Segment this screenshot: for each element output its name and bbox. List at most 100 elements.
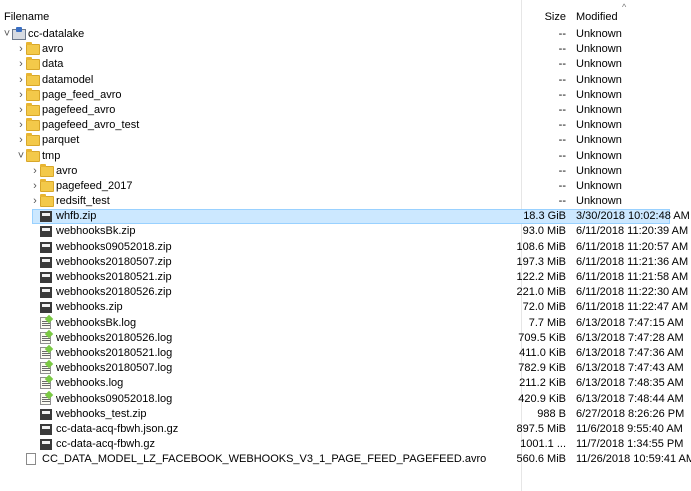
file-row[interactable]: webhooks20180526.log 709.5 KiB 6/13/2018 7…	[0, 331, 691, 346]
file-size: --	[558, 58, 566, 71]
zip-icon	[40, 211, 52, 223]
folder-row[interactable]: › page_feed_avro -- Unknown	[0, 87, 691, 103]
chevron-right-icon[interactable]: ›	[16, 42, 26, 57]
file-size: --	[558, 179, 566, 192]
chevron-right-icon[interactable]: ›	[16, 133, 26, 148]
file-row[interactable]: cc-data-acq-fbwh.gz 1001.1 ... 11/7/2018 1…	[0, 437, 691, 452]
chevron-down-icon[interactable]: ˅	[16, 149, 26, 164]
folder-row[interactable]: › data -- Unknown	[0, 57, 691, 72]
folder-icon	[26, 87, 40, 101]
chevron-right-icon[interactable]: ›	[16, 57, 26, 72]
file-tree-view[interactable]: Filename Size Modified ^ ˅ cc-datalake -- U…	[0, 0, 691, 491]
file-name: parquet	[42, 134, 80, 147]
file-size: 108.6 MiB	[516, 240, 566, 253]
file-name: data	[42, 58, 64, 71]
file-row[interactable]: webhooks20180507.log 782.9 KiB 6/13/2018 7…	[0, 361, 691, 376]
file-row[interactable]: webhooksBk.zip 93.0 MiB 6/11/2018 11:20:39…	[0, 224, 691, 239]
file-name: webhooksBk.zip	[56, 225, 136, 238]
file-row[interactable]: webhooks20180507.zip 197.3 MiB 6/11/2018 1…	[0, 255, 691, 270]
folder-row[interactable]: › pagefeed_avro_test -- Unknown	[0, 118, 691, 133]
chevron-right-icon[interactable]: ›	[30, 164, 40, 179]
file-size: --	[558, 134, 566, 147]
file-name: pagefeed_2017	[56, 179, 133, 192]
file-name: webhooks20180526.log	[56, 331, 173, 344]
folder-icon	[26, 57, 40, 71]
file-size: 211.2 KiB	[519, 377, 566, 390]
file-modified: 6/11/2018 11:21:58 AM	[576, 271, 689, 283]
file-row[interactable]: webhooks09052018.zip 108.6 MiB 6/11/2018 1…	[0, 240, 691, 255]
chevron-right-icon[interactable]: ›	[16, 103, 26, 118]
file-name: whfb.zip	[56, 210, 97, 223]
file-row[interactable]: webhooks20180521.log 411.0 KiB 6/13/2018 7…	[0, 346, 691, 361]
file-row[interactable]: webhooksBk.log 7.7 MiB 6/13/2018 7:47:15 A…	[0, 316, 691, 331]
file-size: 18.3 GiB	[523, 210, 566, 223]
file-size: --	[558, 43, 566, 56]
folder-row[interactable]: › avro -- Unknown	[0, 42, 691, 57]
file-modified: 6/11/2018 11:22:47 AM	[576, 301, 689, 314]
log-icon	[40, 362, 51, 375]
chevron-right-icon[interactable]: ›	[16, 118, 26, 133]
folder-row[interactable]: › pagefeed_avro -- Unknown	[0, 102, 691, 118]
file-modified: Unknown	[576, 149, 622, 162]
file-name: webhooks20180507.zip	[56, 255, 172, 268]
file-row[interactable]: webhooks_test.zip 988 B 6/27/2018 8:26:26 …	[0, 407, 691, 422]
file-modified: 11/6/2018 9:55:40 AM	[576, 422, 683, 435]
file-modified: 6/11/2018 11:20:39 AM	[576, 225, 689, 238]
file-name: webhooks09052018.zip	[56, 240, 172, 253]
folder-row[interactable]: ˅ tmp -- Unknown	[0, 148, 691, 164]
file-name: webhooks.zip	[56, 301, 123, 314]
folder-icon	[26, 133, 40, 147]
column-header: Filename Size Modified ^	[0, 0, 691, 26]
file-size: 411.0 KiB	[519, 346, 566, 359]
file-modified: 6/13/2018 7:48:44 AM	[576, 392, 684, 405]
zip-icon	[40, 408, 52, 420]
file-modified: Unknown	[576, 179, 622, 192]
folder-icon	[40, 194, 54, 208]
folder-row[interactable]: › datamodel -- Unknown	[0, 72, 691, 88]
file-modified: Unknown	[576, 103, 622, 116]
file-modified: Unknown	[576, 119, 622, 132]
folder-row[interactable]: › redsift_test -- Unknown	[0, 194, 691, 209]
column-header-filename[interactable]: Filename	[4, 11, 49, 23]
folder-icon	[26, 148, 40, 162]
file-row[interactable]: webhooks.zip 72.0 MiB 6/11/2018 11:22:47 A…	[0, 300, 691, 315]
file-row[interactable]: cc-data-acq-fbwh.json.gz 897.5 MiB 11/6/20…	[0, 422, 691, 437]
file-name: tmp	[42, 149, 61, 162]
log-icon	[40, 346, 51, 359]
file-size: 1001.1 ...	[520, 438, 566, 451]
file-name: avro	[56, 164, 78, 177]
folder-row[interactable]: › parquet -- Unknown	[0, 133, 691, 148]
chevron-right-icon[interactable]: ›	[16, 88, 26, 103]
file-modified: 6/13/2018 7:47:36 AM	[576, 346, 684, 359]
file-name: pagefeed_avro_test	[42, 119, 140, 132]
file-modified: 6/11/2018 11:22:30 AM	[576, 286, 689, 299]
selection-highlight	[32, 209, 670, 225]
file-size: --	[558, 73, 566, 86]
file-size: 72.0 MiB	[522, 301, 566, 314]
chevron-right-icon[interactable]: ›	[16, 73, 26, 88]
zip-icon	[40, 302, 52, 314]
file-size: --	[558, 149, 566, 162]
file-row[interactable]: webhooks20180521.zip 122.2 MiB 6/11/2018 1…	[0, 270, 691, 285]
file-row[interactable]: webhooks20180526.zip 221.0 MiB 6/11/2018 1…	[0, 285, 691, 300]
column-header-modified[interactable]: Modified	[576, 11, 618, 23]
file-size: 709.5 KiB	[518, 331, 566, 344]
file-size: 197.3 MiB	[516, 255, 566, 268]
file-row[interactable]: webhooks09052018.log 420.9 KiB 6/13/2018 7…	[0, 392, 691, 407]
folder-row[interactable]: › avro -- Unknown	[0, 163, 691, 179]
chevron-down-icon[interactable]: ˅	[2, 27, 12, 42]
file-row[interactable]: whfb.zip 18.3 GiB 3/30/2018 10:02:48 AM	[0, 209, 691, 225]
file-name: webhooksBk.log	[56, 316, 137, 329]
file-row[interactable]: webhooks.log 211.2 KiB 6/13/2018 7:48:35 A…	[0, 376, 691, 391]
file-modified: 6/13/2018 7:47:28 AM	[576, 331, 684, 344]
file-size: 122.2 MiB	[516, 271, 566, 283]
chevron-right-icon[interactable]: ›	[30, 194, 40, 209]
file-size: 221.0 MiB	[516, 286, 566, 299]
folder-row[interactable]: ˅ cc-datalake -- Unknown	[0, 27, 691, 42]
file-modified: 6/13/2018 7:48:35 AM	[576, 377, 684, 390]
zip-icon	[40, 272, 52, 283]
column-header-size[interactable]: Size	[520, 11, 566, 23]
file-row[interactable]: CC_DATA_MODEL_LZ_FACEBOOK_WEBHOOKS_V3_1_…	[0, 452, 691, 467]
folder-row[interactable]: › pagefeed_2017 -- Unknown	[0, 178, 691, 194]
chevron-right-icon[interactable]: ›	[30, 179, 40, 194]
